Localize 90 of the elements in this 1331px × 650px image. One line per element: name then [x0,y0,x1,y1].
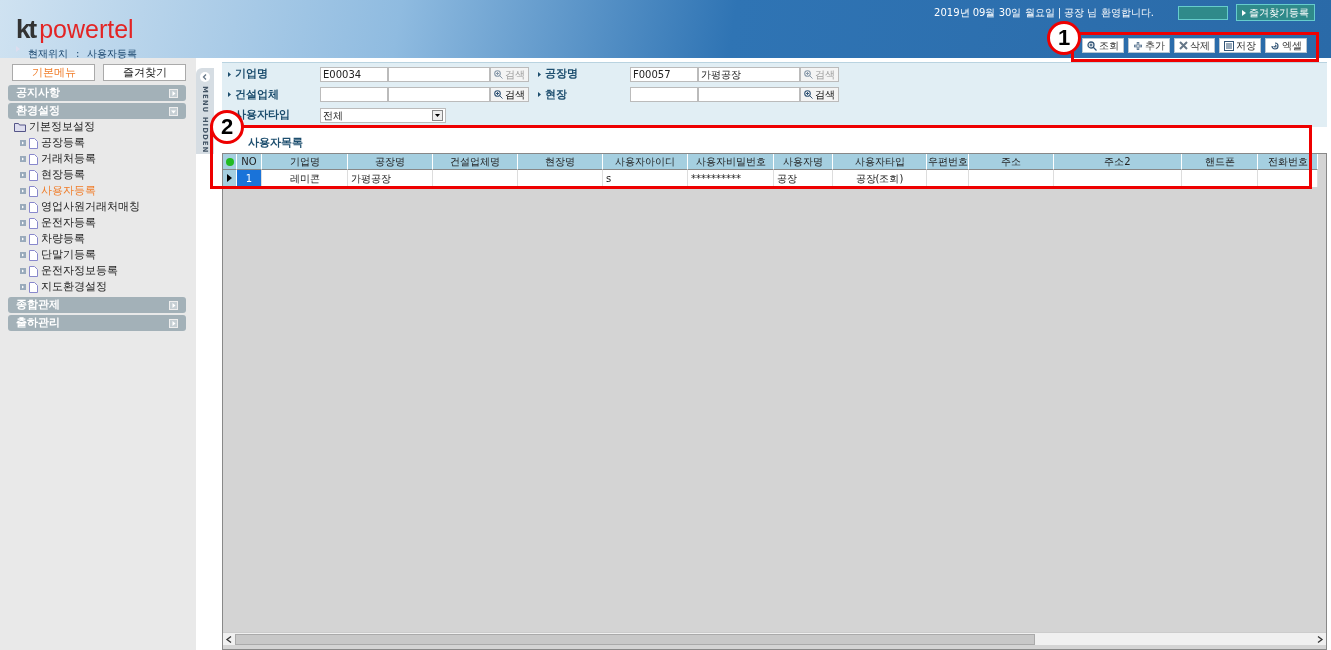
page-icon [29,233,38,245]
column-header[interactable]: 우편번호 [927,154,969,170]
page-icon [29,281,38,293]
column-header[interactable]: 주소 [969,154,1054,170]
location-text: 사용자등록 [87,47,138,61]
logo-text: powertel [39,17,134,42]
header-button[interactable]: 즐겨찾기등록 [1235,4,1315,21]
column-header[interactable]: 사용자명 [774,154,833,170]
type-select[interactable]: 전체 [320,107,446,123]
plus-icon [1133,40,1143,51]
column-header[interactable]: 핸드폰 [1182,154,1258,170]
field-label: 사용자타입 [235,107,290,123]
zoom-in-icon [804,90,813,100]
horizontal-scrollbar[interactable] [223,632,1326,645]
page-icon [29,153,38,165]
menu-item[interactable]: 운전자등록 [8,215,186,231]
menu-item[interactable]: 거래처등록 [8,151,186,167]
field-label: 공장명 [545,66,578,82]
page-icon [29,137,38,149]
folder-icon [14,122,26,132]
menu-item[interactable]: 운전자정보등록 [8,263,186,279]
column-header[interactable]: NO [237,154,262,170]
zoom-in-icon [804,69,813,79]
zoom-in-icon [494,90,503,100]
column-header[interactable]: 사용자비밀번호 [688,154,774,170]
chevron-icon [200,72,210,82]
search-button[interactable]: 조회 [1082,38,1124,53]
name-field[interactable] [388,87,490,103]
column-header[interactable]: 기업명 [262,154,348,170]
page-icon [29,169,38,181]
menu-item[interactable]: 지도환경설정 [8,279,186,295]
section-title: 출하관리 [16,315,60,331]
list-title: 사용자목록 [247,134,304,151]
menu-item[interactable]: 영업사원거래처매칭 [8,199,186,215]
section-title: 환경설정 [16,103,60,119]
scrollbar-thumb[interactable] [235,633,1035,645]
menu-folder[interactable]: 기본정보설정 [8,119,186,135]
code-field[interactable] [630,87,698,103]
search-button[interactable]: 검색 [800,87,839,103]
add-button[interactable]: 추가 [1128,38,1170,53]
page-icon [29,201,38,213]
status-dot-icon [225,157,234,166]
bullet-icon [20,268,26,274]
section-title: 종합관제 [16,297,60,313]
column-header[interactable]: 건설업체명 [433,154,518,170]
code-field[interactable] [320,87,388,103]
bullet-icon [20,252,26,258]
separator: : [76,47,80,61]
swirl-icon [1270,40,1280,51]
bullet-icon [20,172,26,178]
column-header[interactable]: 사용자타입 [833,154,927,170]
menu-item[interactable]: 차량등록 [8,231,186,247]
disk-icon [1224,40,1234,51]
page-icon [29,249,38,261]
page-icon [29,217,38,229]
page-icon [29,185,38,197]
column-header[interactable]: 전화번호 [1258,154,1318,170]
header-button[interactable] [1177,5,1228,20]
bullet-icon [20,220,26,226]
search-button[interactable]: 검색 [490,87,529,103]
name-field[interactable] [698,87,800,103]
greeting-text: 2019년 09월 30일 월요일 | 공장 님 환영합니다. [934,6,1154,20]
location-label: 현재위치 [28,47,68,61]
menu-tab[interactable]: 즐겨찾기 [103,64,186,81]
bullet-icon [20,236,26,242]
menu-item[interactable]: 공장등록 [8,135,186,151]
zoom-in-icon [1087,40,1097,51]
bullet-icon [20,204,26,210]
zoom-in-icon [494,69,503,79]
field-label: 건설업체 [235,86,279,103]
bullet-icon [20,284,26,290]
field-label: 기업명 [235,66,268,82]
bullet-icon [20,188,26,194]
excel-button[interactable]: 엑셀 [1265,38,1307,53]
field-label: 현장 [545,86,567,103]
name-field[interactable] [388,66,490,82]
column-header[interactable]: 현장명 [518,154,603,170]
menu-item[interactable]: 현장등록 [8,167,186,183]
column-header[interactable]: 공장명 [348,154,433,170]
logo-mark: kt [16,16,36,42]
column-header[interactable]: 사용자아이디 [603,154,688,170]
bullet-icon [20,156,26,162]
page-icon [29,265,38,277]
cross-icon [1179,41,1188,50]
delete-button[interactable]: 삭제 [1174,38,1215,53]
column-header[interactable]: 주소2 [1054,154,1182,170]
section-title: 공지사항 [16,85,60,101]
save-button[interactable]: 저장 [1219,38,1261,53]
menu-item[interactable]: 단말기등록 [8,247,186,263]
bullet-icon [20,140,26,146]
